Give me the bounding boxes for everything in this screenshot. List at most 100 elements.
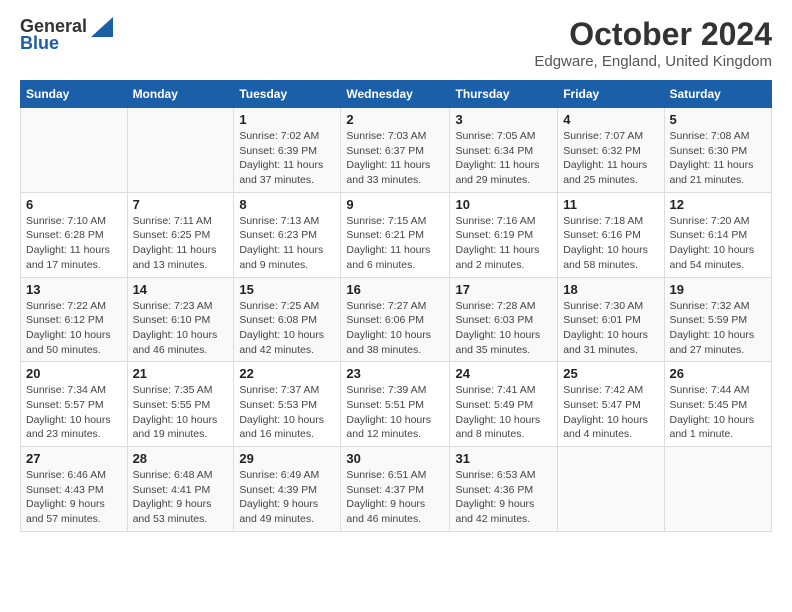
- day-number: 14: [133, 282, 229, 297]
- day-cell: 20 Sunrise: 7:34 AM Sunset: 5:57 PM Dayli…: [21, 362, 128, 447]
- day-cell: 11Sunrise: 7:18 AM Sunset: 6:16 PM Dayli…: [558, 192, 664, 277]
- title-area: October 2024 Edgware, England, United Ki…: [534, 16, 772, 70]
- day-cell: 23 Sunrise: 7:39 AM Sunset: 5:51 PM Dayli…: [341, 362, 450, 447]
- day-info: Sunrise: 7:02 AM Sunset: 6:39 PM Dayligh…: [239, 129, 335, 188]
- day-number: 7: [133, 197, 229, 212]
- day-info: Sunrise: 7:03 AM Sunset: 6:37 PM Dayligh…: [346, 129, 444, 188]
- day-info: Sunrise: 6:53 AM Sunset: 4:36 PM Dayligh…: [455, 468, 552, 527]
- header: General Blue October 2024 Edgware, Engla…: [20, 16, 772, 70]
- day-info: Sunrise: 7:07 AM Sunset: 6:32 PM Dayligh…: [563, 129, 658, 188]
- day-number: 4: [563, 112, 658, 127]
- day-cell: 9 Sunrise: 7:15 AM Sunset: 6:21 PM Daylig…: [341, 192, 450, 277]
- day-number: 22: [239, 366, 335, 381]
- header-day-sunday: Sunday: [21, 81, 128, 108]
- day-number: 24: [455, 366, 552, 381]
- header-day-friday: Friday: [558, 81, 664, 108]
- day-number: 13: [26, 282, 122, 297]
- day-cell: 26 Sunrise: 7:44 AM Sunset: 5:45 PM Dayli…: [664, 362, 772, 447]
- day-number: 21: [133, 366, 229, 381]
- day-number: 31: [455, 451, 552, 466]
- day-info: Sunrise: 7:37 AM Sunset: 5:53 PM Dayligh…: [239, 383, 335, 442]
- day-number: 29: [239, 451, 335, 466]
- month-title: October 2024: [534, 16, 772, 53]
- day-cell: 30 Sunrise: 6:51 AM Sunset: 4:37 PM Dayli…: [341, 447, 450, 532]
- day-info: Sunrise: 7:39 AM Sunset: 5:51 PM Dayligh…: [346, 383, 444, 442]
- day-cell: [664, 447, 772, 532]
- day-number: 26: [670, 366, 767, 381]
- day-info: Sunrise: 6:49 AM Sunset: 4:39 PM Dayligh…: [239, 468, 335, 527]
- day-cell: 14 Sunrise: 7:23 AM Sunset: 6:10 PM Dayli…: [127, 277, 234, 362]
- day-cell: 15 Sunrise: 7:25 AM Sunset: 6:08 PM Dayli…: [234, 277, 341, 362]
- day-info: Sunrise: 7:30 AM Sunset: 6:01 PM Dayligh…: [563, 299, 658, 358]
- day-info: Sunrise: 7:13 AM Sunset: 6:23 PM Dayligh…: [239, 214, 335, 273]
- day-number: 5: [670, 112, 767, 127]
- header-day-wednesday: Wednesday: [341, 81, 450, 108]
- day-info: Sunrise: 7:05 AM Sunset: 6:34 PM Dayligh…: [455, 129, 552, 188]
- day-number: 8: [239, 197, 335, 212]
- day-number: 11: [563, 197, 658, 212]
- day-info: Sunrise: 7:23 AM Sunset: 6:10 PM Dayligh…: [133, 299, 229, 358]
- day-cell: [127, 108, 234, 193]
- day-number: 28: [133, 451, 229, 466]
- day-number: 16: [346, 282, 444, 297]
- day-cell: 8 Sunrise: 7:13 AM Sunset: 6:23 PM Daylig…: [234, 192, 341, 277]
- day-info: Sunrise: 7:22 AM Sunset: 6:12 PM Dayligh…: [26, 299, 122, 358]
- day-info: Sunrise: 6:46 AM Sunset: 4:43 PM Dayligh…: [26, 468, 122, 527]
- day-number: 18: [563, 282, 658, 297]
- week-row-2: 6Sunrise: 7:10 AM Sunset: 6:28 PM Daylig…: [21, 192, 772, 277]
- day-cell: 22 Sunrise: 7:37 AM Sunset: 5:53 PM Dayli…: [234, 362, 341, 447]
- calendar-table: SundayMondayTuesdayWednesdayThursdayFrid…: [20, 80, 772, 532]
- day-cell: 10 Sunrise: 7:16 AM Sunset: 6:19 PM Dayli…: [450, 192, 558, 277]
- day-cell: 4 Sunrise: 7:07 AM Sunset: 6:32 PM Daylig…: [558, 108, 664, 193]
- day-info: Sunrise: 7:27 AM Sunset: 6:06 PM Dayligh…: [346, 299, 444, 358]
- day-info: Sunrise: 7:35 AM Sunset: 5:55 PM Dayligh…: [133, 383, 229, 442]
- header-row: SundayMondayTuesdayWednesdayThursdayFrid…: [21, 81, 772, 108]
- day-cell: 12Sunrise: 7:20 AM Sunset: 6:14 PM Dayli…: [664, 192, 772, 277]
- day-number: 17: [455, 282, 552, 297]
- day-info: Sunrise: 7:42 AM Sunset: 5:47 PM Dayligh…: [563, 383, 658, 442]
- day-number: 19: [670, 282, 767, 297]
- day-cell: 25Sunrise: 7:42 AM Sunset: 5:47 PM Dayli…: [558, 362, 664, 447]
- header-day-monday: Monday: [127, 81, 234, 108]
- week-row-1: 1Sunrise: 7:02 AM Sunset: 6:39 PM Daylig…: [21, 108, 772, 193]
- logo: General Blue: [20, 16, 113, 54]
- day-cell: 27 Sunrise: 6:46 AM Sunset: 4:43 PM Dayli…: [21, 447, 128, 532]
- header-day-thursday: Thursday: [450, 81, 558, 108]
- day-cell: 29 Sunrise: 6:49 AM Sunset: 4:39 PM Dayli…: [234, 447, 341, 532]
- day-info: Sunrise: 7:11 AM Sunset: 6:25 PM Dayligh…: [133, 214, 229, 273]
- day-number: 9: [346, 197, 444, 212]
- week-row-5: 27 Sunrise: 6:46 AM Sunset: 4:43 PM Dayli…: [21, 447, 772, 532]
- day-cell: 3Sunrise: 7:05 AM Sunset: 6:34 PM Daylig…: [450, 108, 558, 193]
- day-number: 27: [26, 451, 122, 466]
- day-cell: 16 Sunrise: 7:27 AM Sunset: 6:06 PM Dayli…: [341, 277, 450, 362]
- day-info: Sunrise: 7:34 AM Sunset: 5:57 PM Dayligh…: [26, 383, 122, 442]
- day-number: 15: [239, 282, 335, 297]
- day-cell: 7 Sunrise: 7:11 AM Sunset: 6:25 PM Daylig…: [127, 192, 234, 277]
- day-info: Sunrise: 7:44 AM Sunset: 5:45 PM Dayligh…: [670, 383, 767, 442]
- day-info: Sunrise: 7:28 AM Sunset: 6:03 PM Dayligh…: [455, 299, 552, 358]
- logo-blue: Blue: [20, 33, 59, 54]
- header-day-tuesday: Tuesday: [234, 81, 341, 108]
- day-number: 30: [346, 451, 444, 466]
- day-cell: 19Sunrise: 7:32 AM Sunset: 5:59 PM Dayli…: [664, 277, 772, 362]
- week-row-3: 13 Sunrise: 7:22 AM Sunset: 6:12 PM Dayli…: [21, 277, 772, 362]
- day-cell: 17 Sunrise: 7:28 AM Sunset: 6:03 PM Dayli…: [450, 277, 558, 362]
- day-info: Sunrise: 7:10 AM Sunset: 6:28 PM Dayligh…: [26, 214, 122, 273]
- header-day-saturday: Saturday: [664, 81, 772, 108]
- day-info: Sunrise: 6:48 AM Sunset: 4:41 PM Dayligh…: [133, 468, 229, 527]
- day-number: 23: [346, 366, 444, 381]
- day-info: Sunrise: 7:15 AM Sunset: 6:21 PM Dayligh…: [346, 214, 444, 273]
- day-cell: 13 Sunrise: 7:22 AM Sunset: 6:12 PM Dayli…: [21, 277, 128, 362]
- day-cell: 18 Sunrise: 7:30 AM Sunset: 6:01 PM Dayli…: [558, 277, 664, 362]
- day-cell: 2Sunrise: 7:03 AM Sunset: 6:37 PM Daylig…: [341, 108, 450, 193]
- day-info: Sunrise: 7:16 AM Sunset: 6:19 PM Dayligh…: [455, 214, 552, 273]
- day-cell: 24Sunrise: 7:41 AM Sunset: 5:49 PM Dayli…: [450, 362, 558, 447]
- day-number: 10: [455, 197, 552, 212]
- day-info: Sunrise: 7:20 AM Sunset: 6:14 PM Dayligh…: [670, 214, 767, 273]
- day-cell: [558, 447, 664, 532]
- logo-icon: [91, 17, 113, 37]
- location-title: Edgware, England, United Kingdom: [534, 53, 772, 70]
- day-info: Sunrise: 6:51 AM Sunset: 4:37 PM Dayligh…: [346, 468, 444, 527]
- day-number: 20: [26, 366, 122, 381]
- day-info: Sunrise: 7:25 AM Sunset: 6:08 PM Dayligh…: [239, 299, 335, 358]
